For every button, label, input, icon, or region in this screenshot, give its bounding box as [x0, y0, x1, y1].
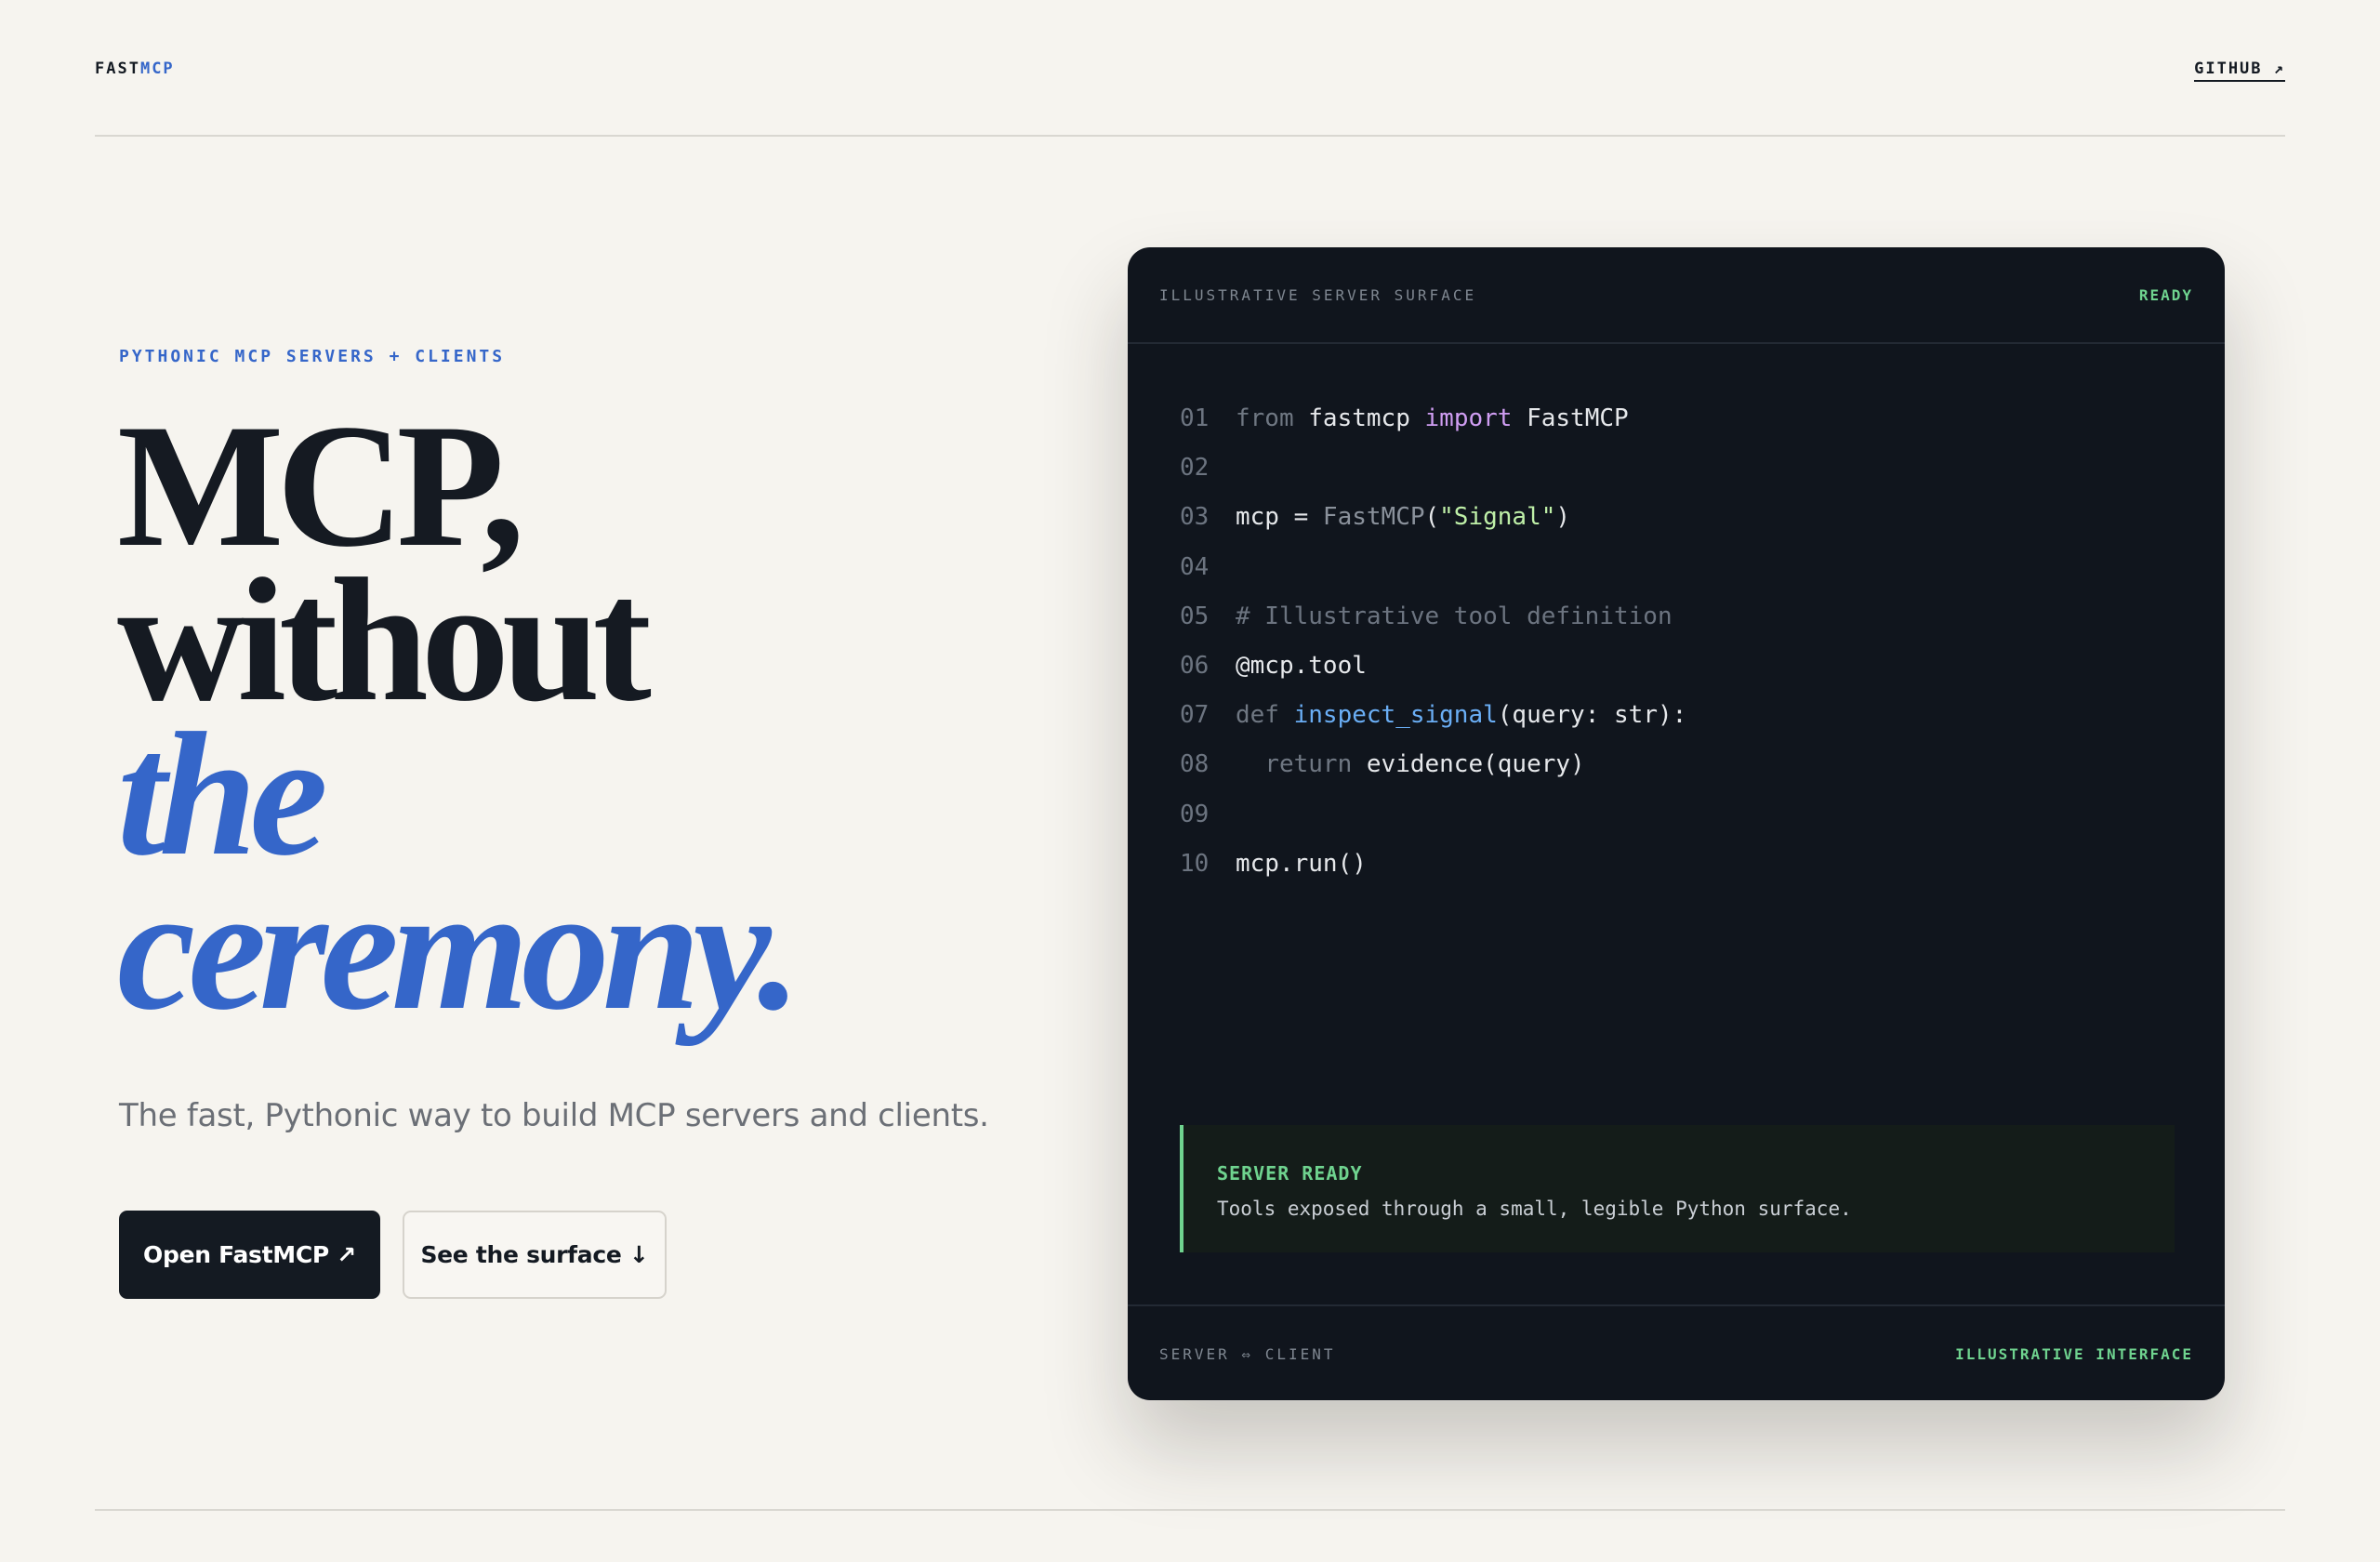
code-token: @mcp.tool [1236, 651, 1367, 680]
line-number: 09 [1180, 800, 1210, 828]
card-title: ILLUSTRATIVE SERVER SURFACE [1159, 286, 1477, 304]
code-line: 08 return evidence(query) [1180, 740, 1686, 789]
code-line: 05 # Illustrative tool definition [1180, 592, 1686, 642]
code-token: evidence(query) [1352, 750, 1585, 779]
line-number: 05 [1180, 602, 1210, 630]
code-line: 01 from fastmcp import FastMCP [1180, 394, 1686, 443]
line-number: 08 [1180, 750, 1210, 779]
footer-interface-label: ILLUSTRATIVE INTERFACE [1955, 1345, 2193, 1363]
headline-line-4: ceremony. [117, 852, 801, 1047]
headline-line-3: the [117, 697, 328, 893]
headline-line-1: MCP, [117, 389, 525, 584]
code-token: (query: str): [1497, 701, 1687, 730]
headline-line-2: without [117, 543, 652, 738]
code-token: ) [1555, 503, 1571, 532]
code-token: FastMCP [1512, 404, 1629, 432]
code-token: inspect_signal [1293, 701, 1498, 730]
footer-server-client-label: SERVER ⇔ CLIENT [1159, 1345, 1336, 1363]
line-number: 06 [1180, 651, 1210, 680]
code-line: 06 @mcp.tool [1180, 642, 1686, 691]
card-footer: SERVER ⇔ CLIENT ILLUSTRATIVE INTERFACE [1128, 1304, 2225, 1400]
line-number: 04 [1180, 552, 1210, 581]
code-token: mcp.run() [1236, 849, 1367, 878]
brand-wordmark-mcp: MCP [139, 60, 175, 78]
code-block: 01 from fastmcp import FastMCP 02 03 mcp… [1180, 394, 1686, 889]
code-token: FastMCP [1322, 503, 1425, 532]
code-token: fastmcp [1293, 404, 1425, 432]
code-token: ( [1424, 503, 1440, 532]
see-surface-button[interactable]: See the surface ↓ [403, 1211, 667, 1299]
notice-body: Tools exposed through a small, legible P… [1217, 1198, 1852, 1220]
line-number: 07 [1180, 701, 1210, 730]
code-line: 10 mcp.run() [1180, 840, 1686, 889]
brand-logo[interactable]: FASTMCP [95, 60, 175, 78]
bottom-divider [95, 1509, 2285, 1511]
code-comment: # Illustrative tool definition [1236, 602, 1673, 630]
line-number: 10 [1180, 849, 1210, 878]
code-token: def [1236, 701, 1294, 730]
code-line: 09 [1180, 790, 1686, 840]
code-card: ILLUSTRATIVE SERVER SURFACE READY 01 fro… [1128, 247, 2225, 1400]
code-line: 02 [1180, 443, 1686, 493]
code-token: return [1264, 750, 1353, 779]
server-ready-notice: SERVER READY Tools exposed through a sma… [1180, 1125, 2175, 1252]
code-token: from [1236, 404, 1294, 432]
hero-subhead: The fast, Pythonic way to build MCP serv… [119, 1097, 989, 1134]
code-token: import [1424, 404, 1513, 432]
code-line: 07 def inspect_signal (query: str): [1180, 691, 1686, 740]
status-badge: READY [2138, 286, 2193, 304]
open-fastmcp-button[interactable]: Open FastMCP ↗ [119, 1211, 380, 1299]
card-header: ILLUSTRATIVE SERVER SURFACE READY [1128, 247, 2225, 344]
brand-wordmark-fast: FAST [95, 60, 140, 78]
line-number: 01 [1180, 404, 1210, 432]
hero-headline: MCP, without the ceremony. [117, 389, 801, 1047]
top-nav: FASTMCP GITHUB ↗ [95, 0, 2285, 137]
hero-eyebrow: PYTHONIC MCP SERVERS + CLIENTS [119, 347, 506, 366]
github-link[interactable]: GITHUB ↗ [2194, 60, 2285, 82]
notice-title: SERVER READY [1217, 1162, 1363, 1185]
code-token: mcp = [1236, 503, 1323, 532]
line-number: 02 [1180, 454, 1210, 483]
line-number: 03 [1180, 503, 1210, 532]
code-line: 03 mcp = FastMCP("Signal") [1180, 493, 1686, 542]
code-line: 04 [1180, 543, 1686, 592]
code-token: "Signal" [1439, 503, 1556, 532]
